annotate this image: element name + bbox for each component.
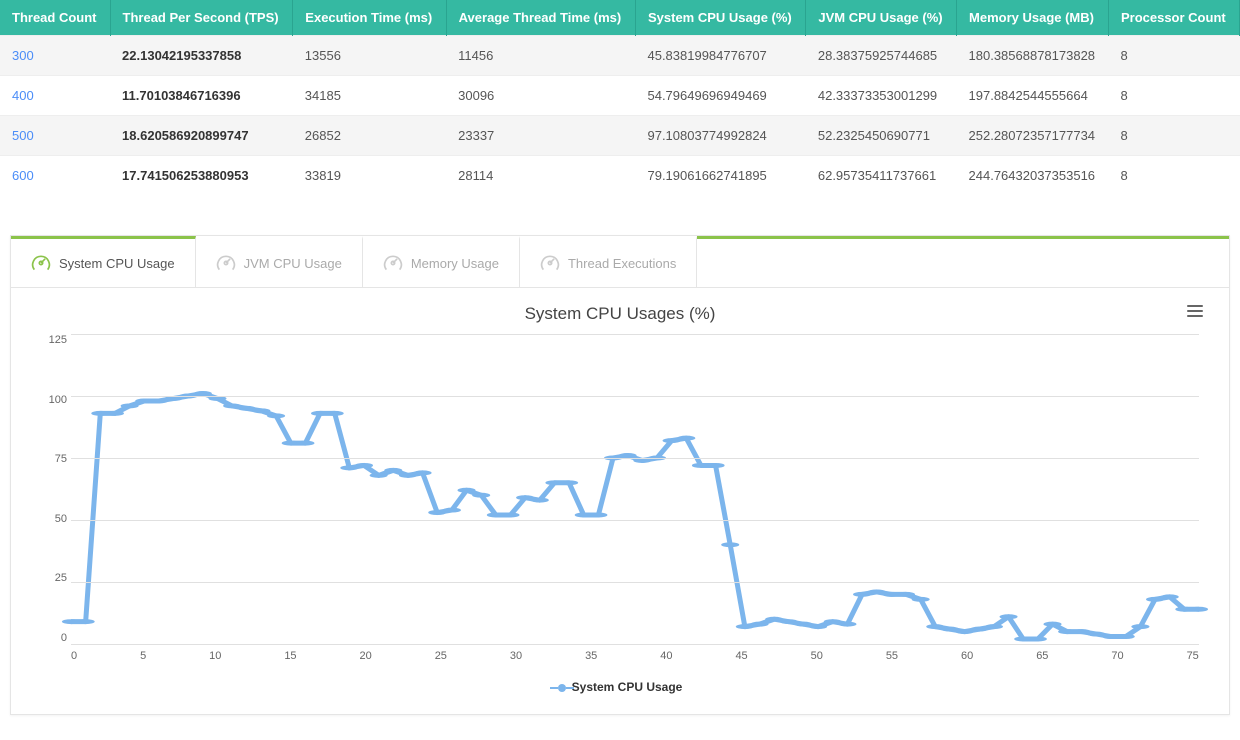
cell-jvm: 62.95735411737661	[806, 156, 957, 196]
cell-jvm: 42.33373353001299	[806, 76, 957, 116]
thread-count-link[interactable]: 300	[0, 36, 110, 76]
cell-sys: 97.10803774992824	[635, 116, 805, 156]
cell-mem: 252.28072357177734	[957, 116, 1109, 156]
tab-jvm-cpu[interactable]: JVM CPU Usage	[196, 236, 363, 287]
cell-proc: 8	[1108, 76, 1239, 116]
cell-avg: 11456	[446, 36, 635, 76]
gauge-icon	[540, 253, 560, 273]
col-jvm-cpu[interactable]: JVM CPU Usage (%)	[806, 0, 957, 36]
col-thread-count[interactable]: Thread Count	[0, 0, 110, 36]
cell-mem: 244.76432037353516	[957, 156, 1109, 196]
cell-exec: 26852	[293, 116, 446, 156]
tab-thread-exec[interactable]: Thread Executions	[520, 236, 697, 287]
chart-legend[interactable]: System CPU Usage	[31, 680, 1209, 694]
cell-exec: 34185	[293, 76, 446, 116]
cell-jvm: 28.38375925744685	[806, 36, 957, 76]
cell-sys: 45.83819984776707	[635, 36, 805, 76]
chart-menu-icon[interactable]	[1183, 298, 1207, 324]
cell-tps: 17.741506253880953	[110, 156, 293, 196]
tab-memory[interactable]: Memory Usage	[363, 236, 520, 287]
metrics-table: Thread Count Thread Per Second (TPS) Exe…	[0, 0, 1240, 195]
tab-system-cpu[interactable]: System CPU Usage	[11, 236, 196, 287]
col-exec-time[interactable]: Execution Time (ms)	[293, 0, 446, 36]
chart-plot[interactable]: 1251007550250	[71, 334, 1199, 644]
cell-avg: 30096	[446, 76, 635, 116]
gauge-icon	[216, 253, 236, 273]
gauge-icon	[31, 253, 51, 273]
thread-count-link[interactable]: 400	[0, 76, 110, 116]
cell-mem: 197.8842544555664	[957, 76, 1109, 116]
cell-mem: 180.38568878173828	[957, 36, 1109, 76]
table-row: 30022.13042195337858135561145645.8381998…	[0, 36, 1240, 76]
cell-tps: 22.13042195337858	[110, 36, 293, 76]
col-tps[interactable]: Thread Per Second (TPS)	[110, 0, 293, 36]
chart-title: System CPU Usages (%)	[31, 304, 1209, 324]
thread-count-link[interactable]: 500	[0, 116, 110, 156]
col-proc[interactable]: Processor Count	[1108, 0, 1239, 36]
legend-marker-icon	[558, 684, 566, 692]
cell-proc: 8	[1108, 36, 1239, 76]
cell-proc: 8	[1108, 116, 1239, 156]
thread-count-link[interactable]: 600	[0, 156, 110, 196]
table-header: Thread Count Thread Per Second (TPS) Exe…	[0, 0, 1240, 36]
table-row: 40011.70103846716396341853009654.7964969…	[0, 76, 1240, 116]
cell-jvm: 52.2325450690771	[806, 116, 957, 156]
x-axis: 051015202530354045505560657075	[71, 650, 1199, 662]
col-avg-time[interactable]: Average Thread Time (ms)	[446, 0, 635, 36]
cell-sys: 79.19061662741895	[635, 156, 805, 196]
cell-exec: 33819	[293, 156, 446, 196]
col-sys-cpu[interactable]: System CPU Usage (%)	[635, 0, 805, 36]
cell-tps: 18.620586920899747	[110, 116, 293, 156]
col-mem[interactable]: Memory Usage (MB)	[957, 0, 1109, 36]
table-row: 50018.620586920899747268522333797.108037…	[0, 116, 1240, 156]
cell-avg: 23337	[446, 116, 635, 156]
gauge-icon	[383, 253, 403, 273]
table-row: 60017.741506253880953338192811479.190616…	[0, 156, 1240, 196]
cell-exec: 13556	[293, 36, 446, 76]
chart-tabs: System CPU Usage JVM CPU Usage Memory Us…	[11, 236, 1229, 288]
cell-tps: 11.70103846716396	[110, 76, 293, 116]
cell-avg: 28114	[446, 156, 635, 196]
chart-panel: System CPU Usage JVM CPU Usage Memory Us…	[10, 235, 1230, 715]
cell-sys: 54.79649696949469	[635, 76, 805, 116]
cell-proc: 8	[1108, 156, 1239, 196]
